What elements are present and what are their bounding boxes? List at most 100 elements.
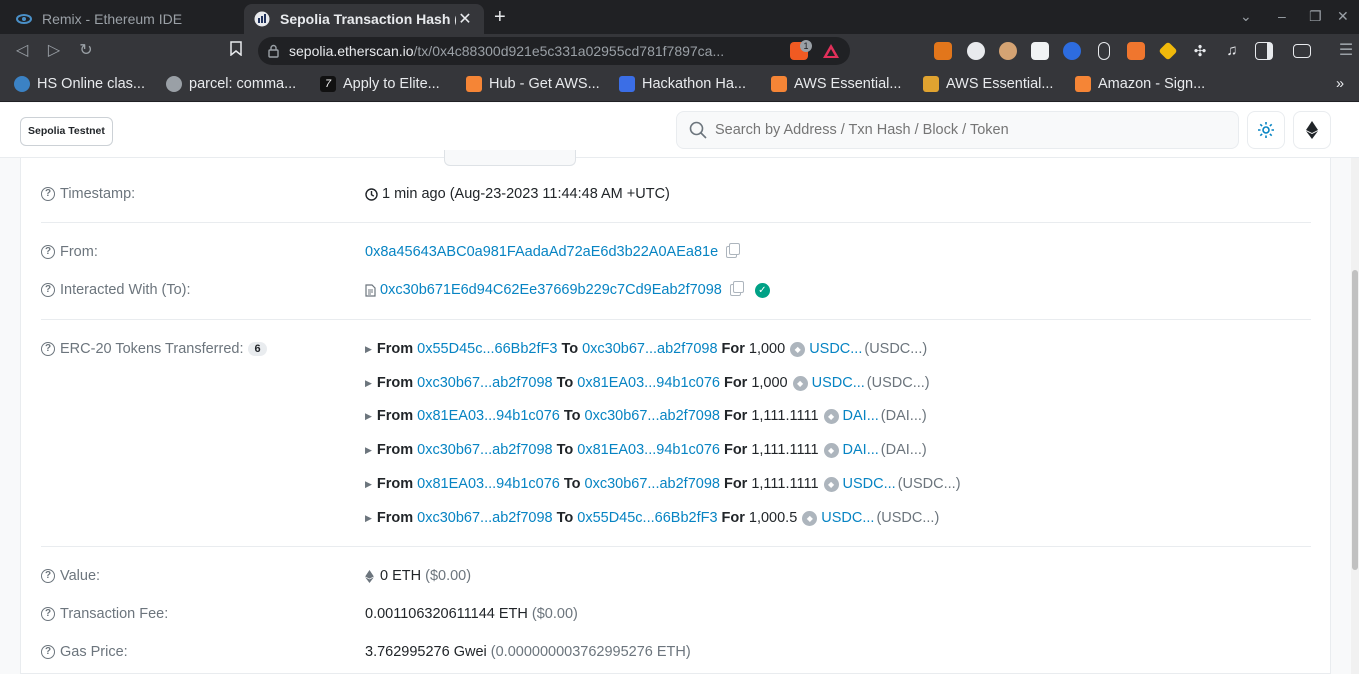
help-icon[interactable]: ? (41, 607, 55, 621)
token-icon: ◆ (823, 442, 839, 458)
token-name-link[interactable]: DAI... (843, 408, 879, 424)
reload-icon[interactable]: ↻ (76, 41, 96, 61)
transfer-from-link[interactable]: 0xc30b67...ab2f7098 (417, 375, 552, 391)
caret-right-icon[interactable]: ▶ (365, 479, 372, 490)
bookmark-item[interactable]: 7 Apply to Elite... (320, 76, 440, 92)
tab-remix[interactable]: Remix - Ethereum IDE (6, 4, 242, 34)
sidebar-icon[interactable] (1255, 42, 1273, 60)
music-icon[interactable]: ♫ (1223, 42, 1241, 60)
token-name-link[interactable]: USDC... (809, 341, 862, 357)
scrollbar-thumb[interactable] (1352, 270, 1358, 570)
token-name-link[interactable]: USDC... (812, 375, 865, 391)
help-icon[interactable]: ? (41, 569, 55, 583)
browser-tab-bar: Remix - Ethereum IDE Sepolia Transaction… (0, 0, 1359, 34)
search-icon (689, 121, 707, 139)
caret-right-icon[interactable]: ▶ (365, 344, 372, 355)
help-icon[interactable]: ? (41, 187, 55, 201)
transfer-from-link[interactable]: 0xc30b67...ab2f7098 (417, 442, 552, 458)
sun-icon (1258, 122, 1274, 138)
back-icon[interactable]: ◁ (12, 41, 32, 61)
token-name-link[interactable]: DAI... (843, 442, 879, 458)
transfer-amount: 1,000.5 (748, 510, 798, 526)
bookmark-item[interactable]: AWS Essential... (923, 76, 1053, 92)
wallet-icon[interactable] (1293, 44, 1311, 58)
forward-icon[interactable]: ▷ (44, 41, 64, 61)
extension-icon[interactable] (1127, 42, 1145, 60)
from-address-link[interactable]: 0x8a45643ABC0a981FAadaAd72aE6d3b22A0AEa8… (365, 244, 718, 260)
menu-icon[interactable]: ☰ (1336, 41, 1356, 61)
from-word: From (376, 510, 414, 526)
token-name-link[interactable]: USDC... (821, 510, 874, 526)
copy-icon[interactable] (729, 281, 744, 296)
bookmark-item[interactable]: parcel: comma... (166, 76, 296, 92)
transfer-amount: 1,111.1111 (751, 442, 819, 458)
brave-rewards-icon[interactable] (822, 42, 840, 60)
transfer-from-link[interactable]: 0x55D45c...66Bb2fF3 (417, 341, 557, 357)
new-tab-icon[interactable]: + (494, 6, 506, 29)
url-text: sepolia.etherscan.io/tx/0x4c88300d921e5c… (289, 43, 725, 59)
address-bar[interactable]: sepolia.etherscan.io/tx/0x4c88300d921e5c… (258, 37, 850, 65)
seven-logo-icon: 7 (320, 76, 336, 92)
for-word: For (723, 476, 748, 492)
help-icon[interactable]: ? (41, 245, 55, 259)
timestamp-label: ? Timestamp: (41, 186, 135, 202)
transfer-from-link[interactable]: 0x81EA03...94b1c076 (417, 476, 560, 492)
ethereum-network-button[interactable] (1293, 111, 1331, 149)
caret-right-icon[interactable]: ▶ (365, 445, 372, 456)
to-word: To (563, 408, 581, 424)
bookmark-item[interactable]: Amazon - Sign... (1075, 76, 1205, 92)
contract-address-link[interactable]: 0xc30b671E6d94C62Ee37669b229c7Cd9Eab2f70… (380, 282, 722, 298)
mouse-icon[interactable] (1098, 42, 1110, 60)
transfer-to-link[interactable]: 0x81EA03...94b1c076 (577, 442, 720, 458)
transfer-from-link[interactable]: 0xc30b67...ab2f7098 (417, 510, 552, 526)
help-icon[interactable]: ? (41, 645, 55, 659)
minimize-icon[interactable]: – (1278, 8, 1286, 24)
close-tab-icon[interactable]: ✕ (456, 9, 474, 29)
theme-toggle-button[interactable] (1247, 111, 1285, 149)
erc20-transfers-label: ? ERC-20 Tokens Transferred: 6 (41, 341, 267, 357)
metamask-icon[interactable] (934, 42, 952, 60)
token-symbol: (USDC...) (876, 510, 940, 526)
gas-price-label: ? Gas Price: (41, 644, 128, 660)
copy-icon[interactable] (726, 243, 741, 258)
bookmark-item[interactable]: AWS Essential... (771, 76, 901, 92)
help-icon[interactable]: ? (41, 283, 55, 297)
extension-icon[interactable] (967, 42, 985, 60)
extension-icon[interactable] (999, 42, 1017, 60)
transfer-to-link[interactable]: 0xc30b67...ab2f7098 (585, 408, 720, 424)
bookmark-item[interactable]: Hub - Get AWS... (466, 76, 600, 92)
transfer-to-link[interactable]: 0x81EA03...94b1c076 (577, 375, 720, 391)
page-scrollbar[interactable] (1351, 158, 1359, 674)
transfer-to-link[interactable]: 0xc30b67...ab2f7098 (582, 341, 717, 357)
caret-right-icon[interactable]: ▶ (365, 513, 372, 524)
puzzle-icon[interactable]: ✣ (1191, 42, 1209, 60)
close-window-icon[interactable]: ✕ (1337, 8, 1349, 25)
extension-icon[interactable] (1063, 42, 1081, 60)
shield-count-badge: 1 (800, 40, 812, 52)
search-input[interactable] (715, 122, 1215, 138)
bookmark-icon[interactable] (226, 41, 246, 61)
caret-right-icon[interactable]: ▶ (365, 411, 372, 422)
token-icon: ◆ (792, 375, 808, 391)
to-word: To (556, 442, 574, 458)
tab-list-icon[interactable]: ⌄ (1240, 8, 1252, 25)
transfer-to-link[interactable]: 0xc30b67...ab2f7098 (585, 476, 720, 492)
transfer-to-link[interactable]: 0x55D45c...66Bb2fF3 (577, 510, 717, 526)
transfer-count-badge: 6 (248, 342, 267, 356)
ethereum-icon (1306, 121, 1318, 139)
bookmark-item[interactable]: HS Online clas... (14, 76, 145, 92)
token-name-link[interactable]: USDC... (843, 476, 896, 492)
restore-icon[interactable]: ❐ (1309, 8, 1322, 25)
search-box[interactable] (676, 111, 1239, 149)
aws-icon (466, 76, 482, 92)
transfer-from-link[interactable]: 0x81EA03...94b1c076 (417, 408, 560, 424)
network-badge[interactable]: Sepolia Testnet (20, 117, 113, 146)
help-icon[interactable]: ? (41, 342, 55, 356)
site-header: Sepolia Testnet (0, 103, 1359, 158)
more-bookmarks-icon[interactable]: » (1336, 76, 1344, 92)
gas-price-value: 3.762995276 Gwei (0.000000003762995276 E… (365, 644, 691, 660)
bookmark-item[interactable]: Hackathon Ha... (619, 76, 746, 92)
caret-right-icon[interactable]: ▶ (365, 378, 372, 389)
extension-icon[interactable] (1031, 42, 1049, 60)
tab-sepolia[interactable]: Sepolia Transaction Hash ( ✕ (244, 4, 484, 34)
